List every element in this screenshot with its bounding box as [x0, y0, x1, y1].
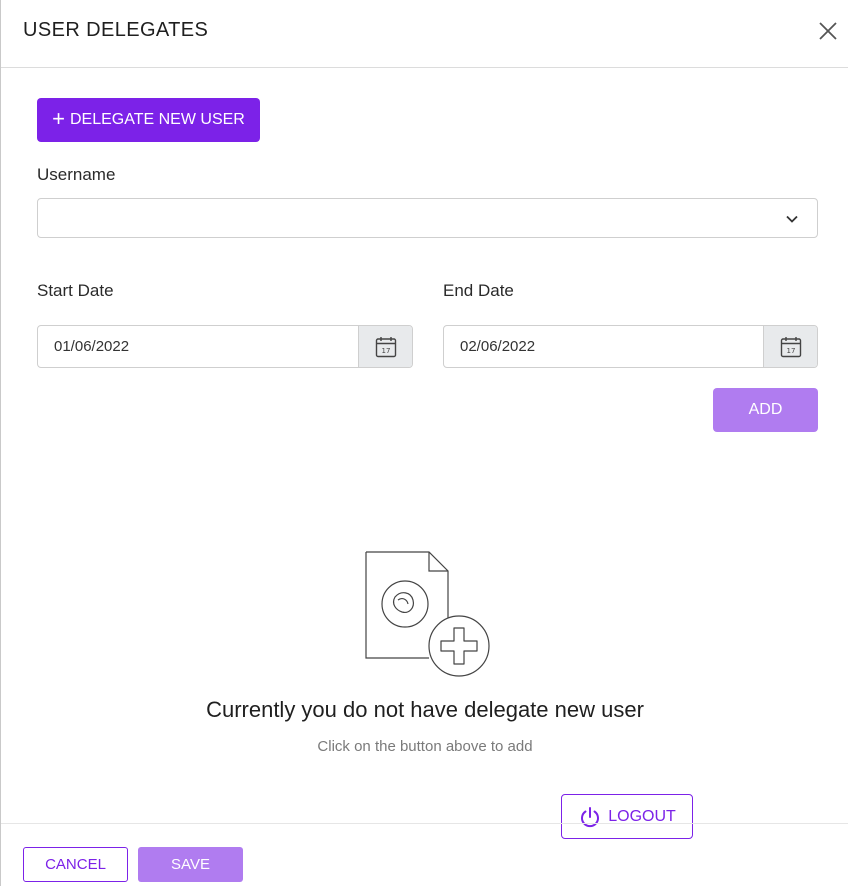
delegate-new-user-label: DELEGATE NEW USER [70, 111, 245, 128]
end-date-calendar-button[interactable]: 17 [763, 326, 817, 367]
plus-icon: + [52, 106, 65, 131]
empty-state-subtitle: Click on the button above to add [317, 738, 533, 755]
dialog-header: USER DELEGATES [1, 0, 848, 68]
start-date-field: 17 [37, 325, 413, 368]
end-date-field: 17 [443, 325, 818, 368]
svg-text:17: 17 [786, 347, 795, 355]
save-button[interactable]: SAVE [138, 847, 243, 882]
close-icon [819, 22, 837, 40]
calendar-icon: 17 [780, 336, 801, 357]
footer-divider [1, 823, 848, 824]
start-date-label: Start Date [37, 281, 114, 300]
chevron-down-icon [786, 215, 798, 223]
empty-state-title: Currently you do not have delegate new u… [206, 697, 644, 722]
document-add-icon [365, 551, 490, 677]
dialog-title: USER DELEGATES [23, 19, 209, 41]
close-button[interactable] [815, 18, 841, 44]
username-select[interactable] [37, 198, 818, 238]
start-date-input[interactable] [38, 326, 358, 367]
logout-button[interactable]: LOGOUT [561, 794, 693, 839]
end-date-label: End Date [443, 281, 514, 300]
user-delegates-dialog: USER DELEGATES + DELEGATE NEW USER Usern… [0, 0, 848, 886]
calendar-icon: 17 [375, 336, 396, 357]
username-label: Username [37, 165, 116, 184]
cancel-button[interactable]: CANCEL [23, 847, 128, 882]
add-button[interactable]: ADD [713, 388, 818, 432]
end-date-input[interactable] [444, 326, 763, 367]
svg-text:17: 17 [381, 347, 390, 355]
start-date-calendar-button[interactable]: 17 [358, 326, 412, 367]
power-icon [581, 806, 600, 827]
delegate-new-user-button[interactable]: + DELEGATE NEW USER [37, 98, 260, 142]
